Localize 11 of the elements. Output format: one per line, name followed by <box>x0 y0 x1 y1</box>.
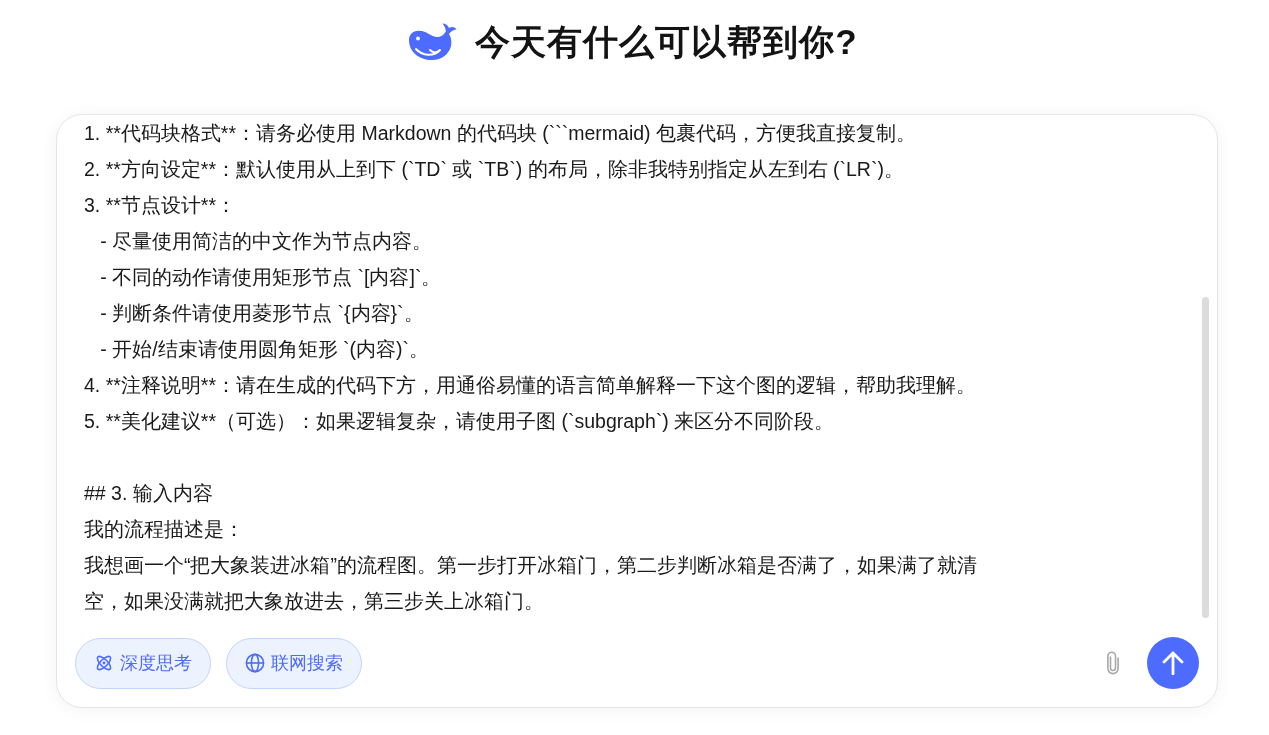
paperclip-icon <box>1106 651 1120 675</box>
whale-logo-icon <box>407 23 458 61</box>
scrollbar-thumb[interactable] <box>1202 297 1209 618</box>
page-heading: 今天有什么可以帮到你? <box>475 21 858 63</box>
send-button[interactable] <box>1147 637 1199 689</box>
atom-icon <box>94 653 114 673</box>
web-search-toggle[interactable]: 联网搜索 <box>226 637 362 689</box>
arrow-up-icon <box>1162 651 1184 675</box>
deep-think-toggle[interactable]: 深度思考 <box>75 637 211 689</box>
message-input[interactable]: 1. **代码块格式**：请务必使用 Markdown 的代码块 (```mermaid) 包裹代码，方便我直接复制。 2. **方向设定**：默认使用从上到下 (`TD` 或 `TB`) 的布局，除非我特别指定从左到右 (`LR`)。 3. **节点设计**： - 尽量使用简洁的中文作为节点内容。 - 不同的动作请使用矩形节点 `[内容]`。 - 判断条件请使用菱形节点 `{内容}`。 - 开始/结束请使用圆角矩形 `(内容)`。 4. **注释说明**：请在生成的代码下方，用通俗易懂的语言简单解释一下这个图的逻辑，帮助我理解。 5. **美化建议**（可选）：如果逻辑复杂，请使用子图 (`subgraph`) 来区分不同阶段。 ## 3. 输入内容 我的流程描述是： 我想画一个“把大象装进冰箱”的流程图。第一步打开冰箱门，第二步判断冰箱是否满了，如果满了就清 空，如果没满就把大象放进去，第三步关上冰箱门。 <box>75 115 1199 619</box>
globe-icon <box>245 653 265 673</box>
